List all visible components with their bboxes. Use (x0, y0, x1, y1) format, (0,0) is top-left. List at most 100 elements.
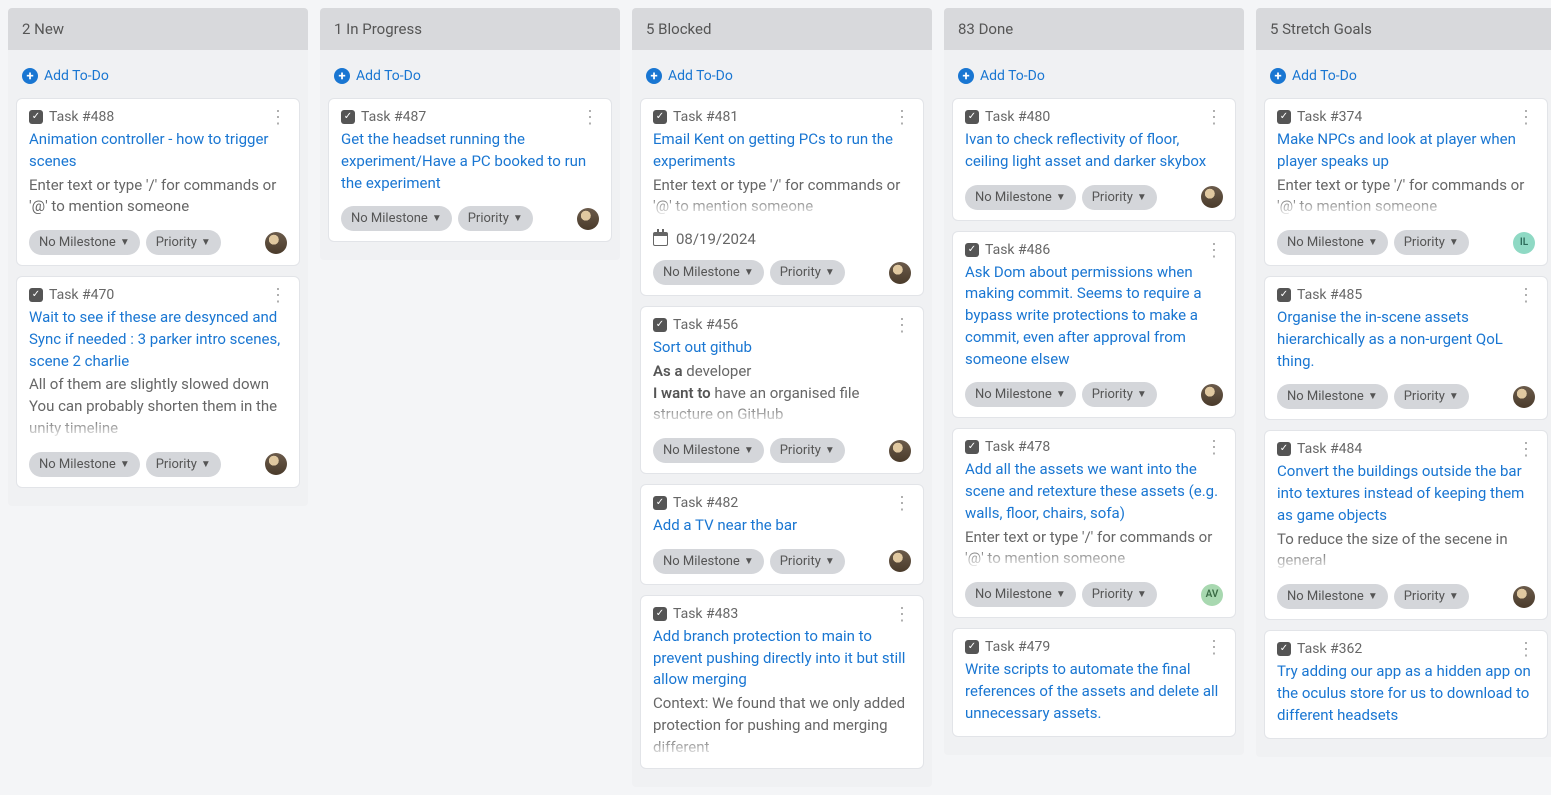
task-id: Task #362 (1297, 641, 1362, 657)
milestone-dropdown[interactable]: No Milestone▼ (1277, 384, 1388, 409)
task-card[interactable]: ✓Task #478⋮Add all the assets we want in… (952, 428, 1236, 618)
card-menu-button[interactable]: ⋮ (887, 604, 917, 626)
card-menu-button[interactable]: ⋮ (1511, 107, 1541, 129)
assignee-avatar[interactable] (265, 453, 287, 475)
card-menu-button[interactable]: ⋮ (1511, 639, 1541, 661)
task-checkbox-icon: ✓ (653, 110, 667, 124)
task-card[interactable]: ✓Task #479⋮Write scripts to automate the… (952, 628, 1236, 737)
card-menu-button[interactable]: ⋮ (887, 493, 917, 515)
task-title-link[interactable]: Ivan to check reflectivity of floor, cei… (965, 129, 1223, 173)
task-title-link[interactable]: Email Kent on getting PCs to run the exp… (653, 129, 911, 173)
task-card[interactable]: ✓Task #488⋮Animation controller - how to… (16, 98, 300, 266)
card-header-row: ✓Task #456 (653, 317, 911, 333)
task-title-link[interactable]: Convert the buildings outside the bar in… (1277, 461, 1535, 526)
task-card[interactable]: ✓Task #483⋮Add branch protection to main… (640, 595, 924, 770)
card-menu-button[interactable]: ⋮ (887, 107, 917, 129)
task-card[interactable]: ✓Task #481⋮Email Kent on getting PCs to … (640, 98, 924, 296)
task-card[interactable]: ✓Task #484⋮Convert the buildings outside… (1264, 430, 1548, 620)
assignee-avatar[interactable] (889, 550, 911, 572)
task-title-link[interactable]: Try adding our app as a hidden app on th… (1277, 661, 1535, 726)
card-menu-button[interactable]: ⋮ (263, 107, 293, 129)
assignee-avatar[interactable] (265, 232, 287, 254)
pill-group: No Milestone▼Priority▼ (29, 230, 221, 255)
task-title-link[interactable]: Ask Dom about permissions when making co… (965, 262, 1223, 371)
task-title-link[interactable]: Sort out github (653, 337, 911, 359)
assignee-avatar[interactable] (1513, 586, 1535, 608)
task-card[interactable]: ✓Task #482⋮Add a TV near the bar No Miles… (640, 484, 924, 585)
task-checkbox-icon: ✓ (653, 607, 667, 621)
priority-dropdown[interactable]: Priority▼ (770, 260, 845, 285)
milestone-dropdown[interactable]: No Milestone▼ (965, 185, 1076, 210)
priority-dropdown[interactable]: Priority▼ (146, 452, 221, 477)
task-title-link[interactable]: Add all the assets we want into the scen… (965, 459, 1223, 524)
task-card[interactable]: ✓Task #486⋮Ask Dom about permissions whe… (952, 231, 1236, 419)
card-header-row: ✓Task #482 (653, 495, 911, 511)
due-date-row: 08/19/2024 (653, 230, 911, 248)
task-title-link[interactable]: Organise the in-scene assets hierarchica… (1277, 307, 1535, 372)
milestone-dropdown[interactable]: No Milestone▼ (653, 438, 764, 463)
task-card[interactable]: ✓Task #374⋮Make NPCs and look at player … (1264, 98, 1548, 266)
milestone-dropdown[interactable]: No Milestone▼ (29, 230, 140, 255)
task-title-link[interactable]: Animation controller - how to trigger sc… (29, 129, 287, 173)
due-date: 08/19/2024 (676, 230, 756, 248)
milestone-dropdown[interactable]: No Milestone▼ (653, 260, 764, 285)
milestone-label: No Milestone (1287, 589, 1364, 604)
assignee-avatar[interactable] (577, 208, 599, 230)
milestone-dropdown[interactable]: No Milestone▼ (341, 206, 452, 231)
task-card[interactable]: ✓Task #485⋮Organise the in-scene assets … (1264, 276, 1548, 420)
assignee-avatar[interactable]: AV (1201, 584, 1223, 606)
task-title-link[interactable]: Add branch protection to main to prevent… (653, 626, 911, 691)
add-todo-button[interactable]: +Add To-Do (640, 58, 924, 98)
card-menu-button[interactable]: ⋮ (887, 315, 917, 337)
task-title-link[interactable]: Write scripts to automate the final refe… (965, 659, 1223, 724)
card-menu-button[interactable]: ⋮ (263, 285, 293, 307)
assignee-avatar[interactable] (889, 262, 911, 284)
task-card[interactable]: ✓Task #487⋮Get the headset running the e… (328, 98, 612, 242)
task-title-link[interactable]: Get the headset running the experiment/H… (341, 129, 599, 194)
milestone-dropdown[interactable]: No Milestone▼ (29, 452, 140, 477)
priority-dropdown[interactable]: Priority▼ (770, 438, 845, 463)
priority-dropdown[interactable]: Priority▼ (1394, 230, 1469, 255)
assignee-avatar[interactable]: IL (1513, 232, 1535, 254)
priority-dropdown[interactable]: Priority▼ (458, 206, 533, 231)
assignee-avatar[interactable] (1201, 186, 1223, 208)
milestone-dropdown[interactable]: No Milestone▼ (965, 382, 1076, 407)
task-title-link[interactable]: Make NPCs and look at player when player… (1277, 129, 1535, 173)
milestone-dropdown[interactable]: No Milestone▼ (653, 549, 764, 574)
assignee-avatar[interactable] (889, 440, 911, 462)
chevron-down-icon: ▼ (513, 213, 523, 224)
priority-dropdown[interactable]: Priority▼ (146, 230, 221, 255)
priority-dropdown[interactable]: Priority▼ (1394, 584, 1469, 609)
milestone-dropdown[interactable]: No Milestone▼ (965, 582, 1076, 607)
priority-dropdown[interactable]: Priority▼ (1394, 384, 1469, 409)
priority-dropdown[interactable]: Priority▼ (1082, 582, 1157, 607)
task-title-link[interactable]: Add a TV near the bar (653, 515, 911, 537)
task-card[interactable]: ✓Task #470⋮Wait to see if these are desy… (16, 276, 300, 488)
milestone-dropdown[interactable]: No Milestone▼ (1277, 584, 1388, 609)
card-menu-button[interactable]: ⋮ (1511, 285, 1541, 307)
add-todo-button[interactable]: +Add To-Do (1264, 58, 1548, 98)
priority-dropdown[interactable]: Priority▼ (770, 549, 845, 574)
pill-group: No Milestone▼Priority▼ (1277, 230, 1469, 255)
card-menu-button[interactable]: ⋮ (1511, 439, 1541, 461)
card-menu-button[interactable]: ⋮ (1199, 240, 1229, 262)
card-menu-button[interactable]: ⋮ (1199, 637, 1229, 659)
assignee-avatar[interactable] (1201, 384, 1223, 406)
priority-dropdown[interactable]: Priority▼ (1082, 185, 1157, 210)
assignee-avatar[interactable] (1513, 386, 1535, 408)
task-card[interactable]: ✓Task #362⋮Try adding our app as a hidde… (1264, 630, 1548, 739)
add-todo-button[interactable]: +Add To-Do (328, 58, 612, 98)
card-menu-button[interactable]: ⋮ (1199, 437, 1229, 459)
pill-group: No Milestone▼Priority▼ (1277, 384, 1469, 409)
task-title-link[interactable]: Wait to see if these are desynced and Sy… (29, 307, 287, 372)
add-todo-label: Add To-Do (356, 68, 421, 84)
priority-dropdown[interactable]: Priority▼ (1082, 382, 1157, 407)
task-card[interactable]: ✓Task #480⋮Ivan to check reflectivity of… (952, 98, 1236, 221)
card-menu-button[interactable]: ⋮ (1199, 107, 1229, 129)
task-card[interactable]: ✓Task #456⋮Sort out githubAs a developer… (640, 306, 924, 474)
milestone-dropdown[interactable]: No Milestone▼ (1277, 230, 1388, 255)
chevron-down-icon: ▼ (1137, 192, 1147, 203)
card-menu-button[interactable]: ⋮ (575, 107, 605, 129)
add-todo-button[interactable]: +Add To-Do (16, 58, 300, 98)
add-todo-button[interactable]: +Add To-Do (952, 58, 1236, 98)
